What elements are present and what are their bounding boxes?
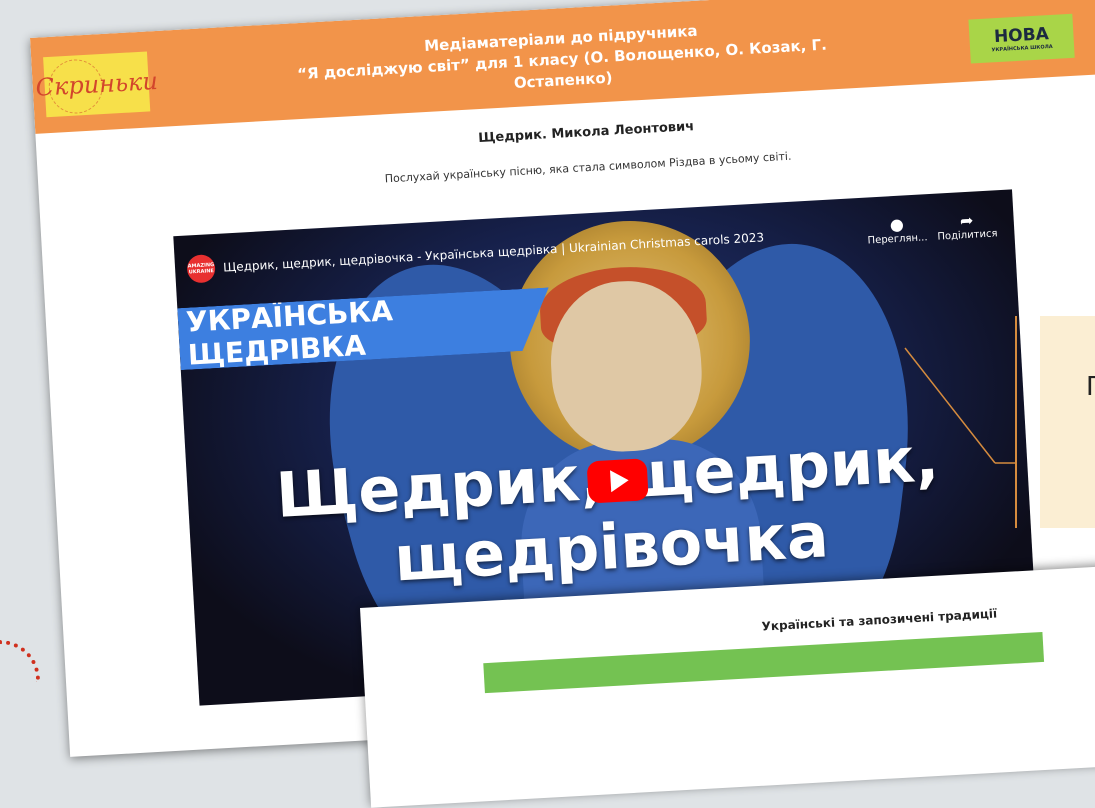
skrynka-logo[interactable]: Скриньки [35, 51, 158, 118]
callout-bracket [1015, 316, 1017, 528]
share-button[interactable]: ➦ Поділитися [931, 210, 1003, 243]
logo-ring [47, 58, 105, 115]
channel-badge-text: AMAZING UKRAINE [187, 262, 215, 276]
clock-icon: ● [889, 214, 905, 234]
watch-later-label: Переглян... [867, 231, 928, 247]
play-icon [610, 469, 630, 493]
share-label: Поділитися [937, 227, 998, 243]
second-page-green-bar [483, 631, 1045, 694]
share-icon: ➦ [959, 210, 974, 230]
play-button[interactable] [586, 458, 649, 504]
channel-avatar[interactable]: AMAZING UKRAINE [186, 254, 216, 284]
header-title: Медіаматеріали до підручника “Я досліджу… [251, 11, 874, 109]
callout-text: П [1086, 372, 1095, 402]
second-page-title: Українські та запозичені традиції [761, 606, 998, 634]
nova-logo[interactable]: НОВА УКРАЇНСЬКА ШКОЛА [968, 13, 1075, 64]
callout-box: П [1040, 316, 1095, 528]
corner-decoration [0, 640, 40, 682]
watch-later-button[interactable]: ● Переглян... [861, 213, 933, 246]
